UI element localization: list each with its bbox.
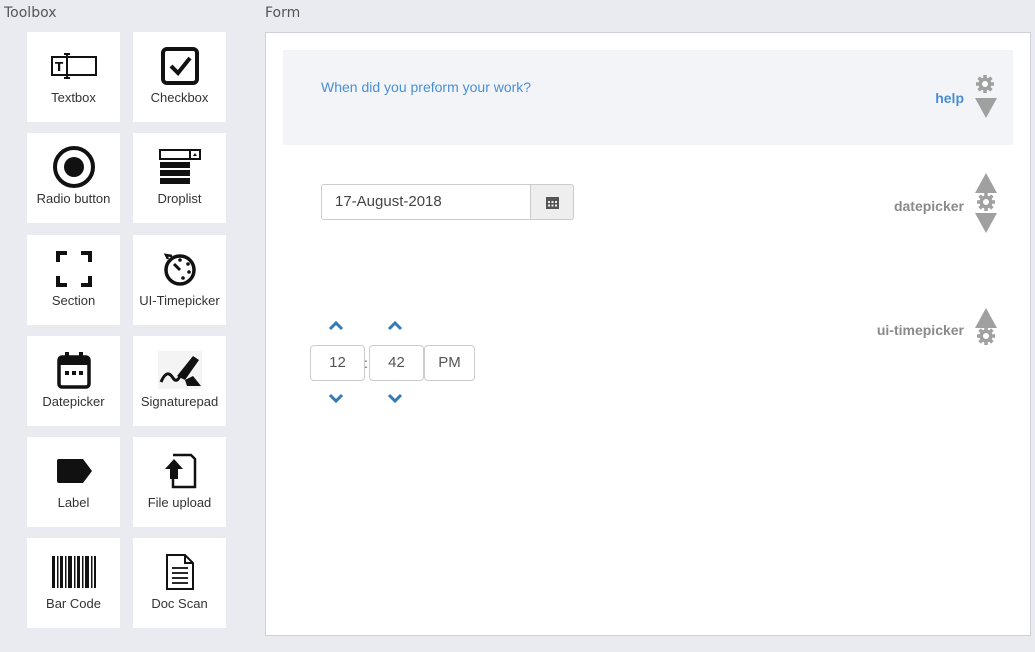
toolbox-item-label: UI-Timepicker (139, 293, 220, 308)
toolbox-item-file-upload[interactable]: File upload (133, 437, 226, 527)
document-icon (133, 552, 226, 592)
file-upload-icon (133, 451, 226, 491)
label-tag-icon (27, 451, 120, 491)
minutes-increment-icon[interactable] (385, 318, 405, 332)
signature-icon (133, 350, 226, 390)
minutes-decrement-icon[interactable] (385, 392, 405, 406)
help-control-label: help (935, 90, 964, 106)
toolbox-item-radio-button[interactable]: Radio button (27, 133, 120, 223)
gear-icon[interactable] (975, 326, 997, 346)
move-up-icon[interactable] (974, 307, 998, 329)
calendar-button[interactable] (530, 184, 574, 220)
hours-increment-icon[interactable] (326, 318, 346, 332)
toolbox-item-datepicker[interactable]: Datepicker (27, 336, 120, 426)
toolbox-item-label: File upload (147, 495, 212, 510)
checkbox-icon (133, 46, 226, 86)
toolbox-item-ui-timepicker[interactable]: UI-Timepicker (133, 235, 226, 325)
hours-input[interactable]: 12 (310, 345, 365, 381)
help-question-text: When did you preform your work? (321, 79, 532, 95)
calendar-icon (27, 350, 120, 390)
timepicker-row-actions (974, 307, 998, 346)
toolbox-item-label: Checkbox (150, 90, 209, 105)
toolbox-item-label: Label (57, 495, 90, 510)
toolbox-item-textbox[interactable]: T Textbox (27, 32, 120, 122)
timepicker-icon (133, 249, 226, 289)
toolbox-item-label: Radio button (36, 191, 111, 206)
time-separator: : (364, 355, 368, 371)
form-title: Form (265, 5, 301, 21)
datepicker-row-actions (974, 172, 998, 234)
move-down-icon[interactable] (974, 96, 998, 120)
calendar-icon (545, 196, 559, 209)
gear-icon[interactable] (975, 192, 997, 212)
toolbox-item-section[interactable]: Section (27, 235, 120, 325)
toolbox-item-label-tool[interactable]: Label (27, 437, 120, 527)
toolbox-item-label: Datepicker (42, 394, 105, 409)
toolbox-item-signaturepad[interactable]: Signaturepad (133, 336, 226, 426)
move-down-icon[interactable] (974, 212, 998, 234)
radio-button-icon (27, 146, 120, 188)
toolbox-item-label: Textbox (51, 90, 96, 105)
datepicker-control-label: datepicker (893, 198, 964, 214)
help-control-row[interactable] (283, 50, 1013, 145)
date-input[interactable]: 17-August-2018 (321, 184, 531, 220)
toolbox-item-checkbox[interactable]: Checkbox (133, 32, 226, 122)
toolbox-item-label: Bar Code (46, 596, 101, 611)
droplist-icon (133, 147, 226, 187)
textbox-icon: T (27, 46, 120, 86)
section-icon (27, 249, 120, 289)
help-row-actions (974, 74, 998, 120)
toolbox-title: Toolbox (4, 5, 57, 21)
toolbox-item-bar-code[interactable]: Bar Code (27, 538, 120, 628)
timepicker-control-label: ui-timepicker (876, 322, 964, 338)
move-up-icon[interactable] (974, 172, 998, 194)
minutes-input[interactable]: 42 (369, 345, 424, 381)
svg-text:T: T (55, 60, 64, 74)
gear-icon[interactable] (974, 74, 996, 94)
barcode-icon (27, 552, 120, 592)
toolbox-item-label: Doc Scan (151, 596, 208, 611)
hours-decrement-icon[interactable] (326, 392, 346, 406)
meridian-toggle-button[interactable]: PM (424, 345, 475, 381)
toolbox-item-label: Section (51, 293, 96, 308)
toolbox-item-doc-scan[interactable]: Doc Scan (133, 538, 226, 628)
toolbox-item-droplist[interactable]: Droplist (133, 133, 226, 223)
toolbox-item-label: Droplist (157, 191, 202, 206)
toolbox-item-label: Signaturepad (140, 394, 219, 409)
